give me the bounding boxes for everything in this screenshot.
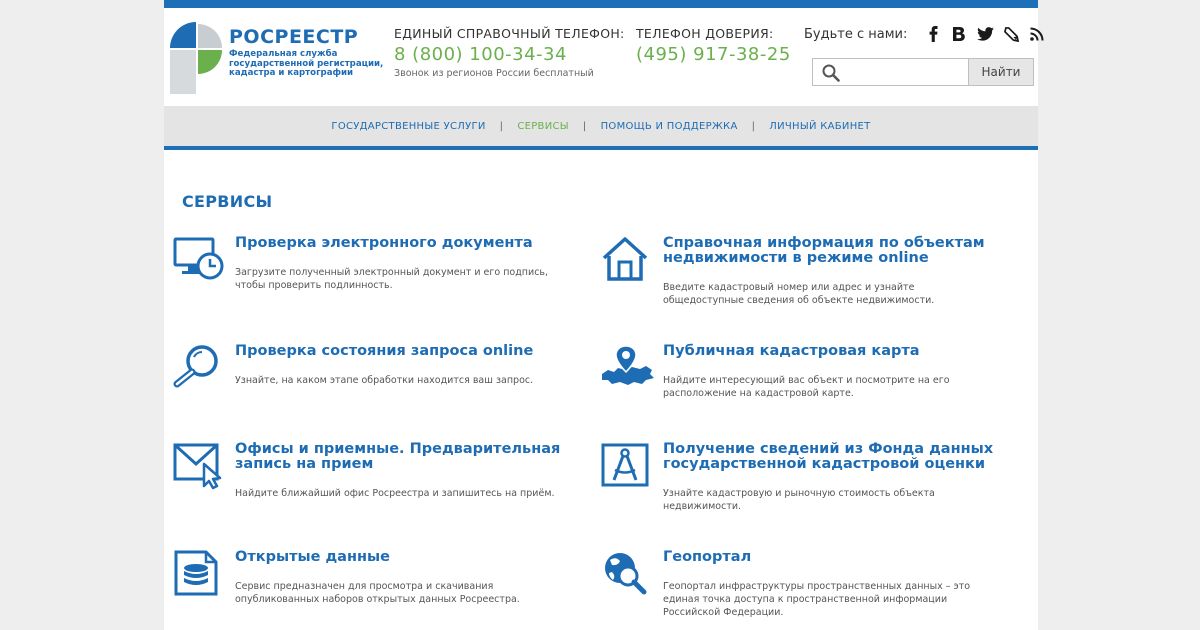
twitter-icon[interactable] <box>975 24 995 44</box>
logo[interactable]: РОСРЕЕСТР Федеральная служба государстве… <box>168 20 383 96</box>
rosreestr-emblem-icon <box>170 22 222 94</box>
nav-item-services[interactable]: СЕРВИСЫ <box>517 121 569 132</box>
compass-icon <box>601 443 649 487</box>
trust-phone-number[interactable]: (495) 917-38-25 <box>636 44 791 65</box>
search-input-wrap <box>812 58 968 86</box>
social-links: Будьте с нами: <box>804 24 1047 44</box>
brand-name: РОСРЕЕСТР <box>229 26 359 48</box>
nav-item-gov-services[interactable]: ГОСУДАРСТВЕННЫЕ УСЛУГИ <box>331 121 485 132</box>
brand-subtitle: Федеральная служба государственной регис… <box>229 49 384 79</box>
service-title[interactable]: Геопортал <box>663 550 1003 565</box>
service-description: Геопортал инфраструктуры пространственны… <box>663 581 971 618</box>
section-title: СЕРВИСЫ <box>182 192 273 211</box>
search-icon <box>822 64 840 82</box>
nav-separator: | <box>499 120 504 132</box>
service-description: Загрузите полученный электронный докумен… <box>235 267 549 291</box>
page: РОСРЕЕСТР Федеральная служба государстве… <box>164 0 1044 630</box>
service-title[interactable]: Офисы и приемные. Предварительная запись… <box>235 442 575 472</box>
main-phone-block: ЕДИНЫЙ СПРАВОЧНЫЙ ТЕЛЕФОН: 8 (800) 100-3… <box>394 26 625 79</box>
main-nav: ГОСУДАРСТВЕННЫЕ УСЛУГИ | СЕРВИСЫ | ПОМОЩ… <box>164 106 1038 146</box>
social-label: Будьте с нами: <box>804 26 908 42</box>
magnifier-icon <box>173 345 218 388</box>
nav-item-help-support[interactable]: ПОМОЩЬ И ПОДДЕРЖКА <box>601 121 738 132</box>
service-description: Узнайте кадастровую и рыночную стоимость… <box>663 488 935 512</box>
database-icon <box>174 550 218 596</box>
service-description: Сервис предназначен для просмотра и скач… <box>235 581 520 605</box>
rss-icon[interactable] <box>1027 24 1047 44</box>
house-icon <box>602 237 648 281</box>
main-phone-label: ЕДИНЫЙ СПРАВОЧНЫЙ ТЕЛЕФОН: <box>394 26 625 41</box>
nav-underline <box>164 146 1038 150</box>
search-button[interactable]: Найти <box>968 58 1034 86</box>
nav-separator: | <box>751 120 756 132</box>
trust-phone-label: ТЕЛЕФОН ДОВЕРИЯ: <box>636 26 774 41</box>
vkontakte-icon[interactable] <box>949 24 969 44</box>
livejournal-icon[interactable] <box>1001 24 1021 44</box>
nav-item-personal-account[interactable]: ЛИЧНЫЙ КАБИНЕТ <box>769 121 870 132</box>
service-title[interactable]: Получение сведений из Фонда данных госуд… <box>663 442 1003 472</box>
service-title[interactable]: Справочная информация по объектам недвиж… <box>663 236 1003 266</box>
service-description: Узнайте, на каком этапе обработки находи… <box>235 375 534 386</box>
search-bar: Найти <box>812 58 1034 86</box>
service-description: Найдите интересующий вас объект и посмот… <box>663 375 950 399</box>
main-phone-number[interactable]: 8 (800) 100-34-34 <box>394 44 625 65</box>
facebook-icon[interactable] <box>923 24 943 44</box>
service-title[interactable]: Проверка состояния запроса online <box>235 344 575 359</box>
monitor-clock-icon <box>173 237 224 280</box>
service-title[interactable]: Открытые данные <box>235 550 575 565</box>
service-title[interactable]: Проверка электронного документа <box>235 236 575 251</box>
trust-phone-block: ТЕЛЕФОН ДОВЕРИЯ: (495) 917-38-25 <box>636 26 791 65</box>
top-bar <box>164 0 1038 8</box>
globe-search-icon <box>605 553 647 595</box>
service-description: Введите кадастровый номер или адрес и уз… <box>663 282 935 306</box>
service-title[interactable]: Публичная кадастровая карта <box>663 344 1003 359</box>
nav-separator: | <box>582 120 587 132</box>
map-pin-icon <box>602 345 654 385</box>
envelope-cursor-icon <box>173 443 222 490</box>
main-phone-note: Звонок из регионов России бесплатный <box>394 68 594 79</box>
service-description: Найдите ближайший офис Росреестра и запи… <box>235 488 555 499</box>
